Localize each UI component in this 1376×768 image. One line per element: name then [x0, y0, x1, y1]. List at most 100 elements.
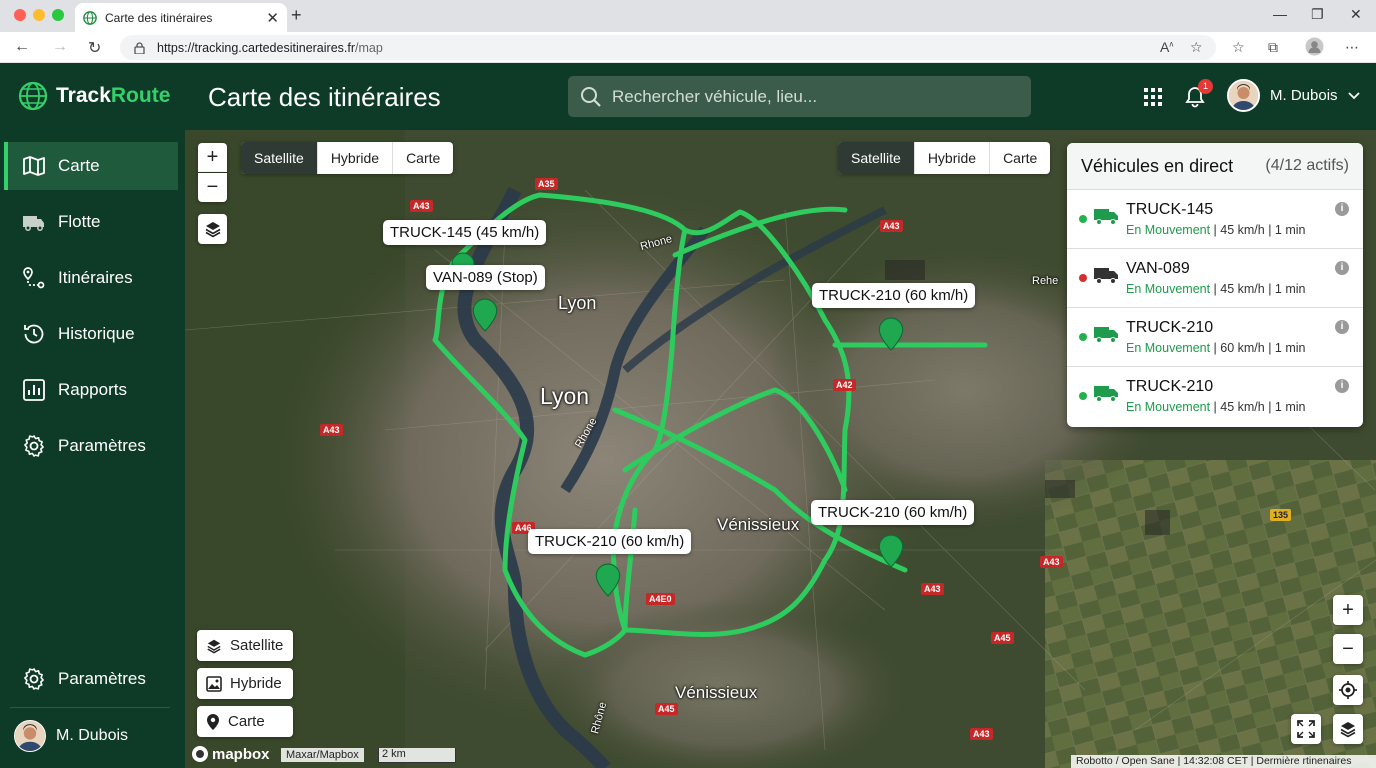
layer-option-carte[interactable]: Carte [989, 142, 1050, 174]
sidebar-item-flotte[interactable]: Flotte [4, 198, 178, 246]
road-sign: A45 [655, 703, 678, 715]
layers-icon [207, 639, 221, 653]
map-pin-icon[interactable] [878, 317, 904, 351]
vehicle-status: En Mouvement | 60 km/h | 1 min [1126, 341, 1306, 355]
vehicle-map-label[interactable]: TRUCK-145 (45 km/h) [383, 220, 547, 245]
layer-option-hybride[interactable]: Hybride [316, 142, 392, 174]
minimize-window-button[interactable] [33, 9, 45, 21]
search-input[interactable] [612, 86, 1012, 107]
user-name: M. Dubois [1270, 87, 1338, 104]
map-pin-icon[interactable] [595, 563, 621, 597]
favorite-star-icon[interactable]: ☆ [1190, 39, 1203, 56]
info-icon[interactable]: i [1335, 379, 1349, 393]
layer-option-hybride[interactable]: Hybride [913, 142, 989, 174]
close-window-button[interactable] [14, 9, 26, 21]
sidebar-item-historique[interactable]: Historique [4, 310, 178, 358]
vehicle-map-label[interactable]: TRUCK-210 (60 km/h) [528, 529, 692, 554]
map-attribution[interactable]: Maxar/Mapbox [281, 748, 364, 762]
history-icon [24, 324, 44, 344]
zoom-out-button[interactable]: − [198, 173, 227, 202]
sidebar-bottom-settings[interactable]: Paramètres [4, 655, 178, 703]
maximize-window-button[interactable] [52, 9, 64, 21]
tab-close-icon[interactable]: ✕ [266, 9, 279, 27]
globe-logo-icon [18, 81, 48, 111]
layer-option-satellite[interactable]: Satellite [241, 142, 317, 174]
zoom-in-button[interactable]: + [1333, 595, 1363, 625]
mapbox-icon [192, 746, 208, 762]
chevron-down-icon [1347, 91, 1360, 99]
sidebar-item-parametres[interactable]: Paramètres [4, 422, 178, 470]
apps-grid-icon[interactable] [1144, 88, 1162, 106]
sidebar-user[interactable]: M. Dubois [14, 720, 128, 752]
map-icon [23, 156, 45, 176]
layer-option-satellite[interactable]: Satellite [838, 142, 914, 174]
back-arrow-icon[interactable]: ← [14, 38, 30, 56]
vehicle-row[interactable]: TRUCK-145 En Mouvement | 45 km/h | 1 min… [1067, 190, 1363, 249]
sidebar-item-rapports[interactable]: Rapports [4, 366, 178, 414]
vehicle-row[interactable]: VAN-089 En Mouvement | 45 km/h | 1 min i [1067, 249, 1363, 308]
zoom-out-button[interactable]: − [1333, 634, 1363, 664]
vehicle-row[interactable]: TRUCK-210 En Mouvement | 60 km/h | 1 min… [1067, 308, 1363, 367]
logo-text-track: Track [56, 84, 111, 107]
mapbox-text: mapbox [212, 745, 270, 763]
vehicle-map-label[interactable]: TRUCK-210 (60 km/h) [812, 283, 976, 308]
locate-button[interactable] [1333, 675, 1363, 705]
road-sign: A4E0 [646, 593, 675, 605]
vehicle-map-label[interactable]: VAN-089 (Stop) [426, 265, 545, 290]
minimize-icon[interactable]: — [1273, 6, 1287, 22]
city-label: Vénissieux [717, 515, 800, 534]
reload-icon[interactable]: ↻ [88, 38, 101, 58]
restore-icon[interactable]: ❐ [1311, 6, 1324, 23]
layer-option-carte[interactable]: Carte [392, 142, 453, 174]
vehicle-status: En Mouvement | 45 km/h | 1 min [1126, 223, 1306, 237]
sidebar-bottom-settings-label: Paramètres [58, 669, 146, 688]
info-icon[interactable]: i [1335, 261, 1349, 275]
sidebar-item-itineraires[interactable]: Itinéraires [4, 254, 178, 302]
profile-icon[interactable] [1305, 37, 1324, 59]
browser-tab[interactable]: Carte des itinéraires ✕ [75, 3, 287, 32]
edge-label: Rehe [1032, 275, 1059, 287]
page-title: Carte des itinéraires [208, 82, 441, 112]
sidebar-item-label: Flotte [58, 212, 101, 231]
city-label: Lyon [558, 293, 597, 313]
satellite-layer-button[interactable]: Satellite [197, 630, 293, 661]
fullscreen-button[interactable] [1291, 714, 1321, 744]
layers-button[interactable] [1333, 714, 1363, 744]
new-tab-icon[interactable]: + [291, 5, 302, 26]
tab-title: Carte des itinéraires [105, 10, 213, 25]
url-field[interactable]: https://tracking. cartedesitineraires.fr /… [120, 35, 1216, 60]
map-pin-icon[interactable] [878, 534, 904, 568]
fullscreen-icon [1297, 720, 1315, 738]
truck-icon [1094, 327, 1118, 343]
favorites-icon[interactable]: ☆ [1232, 39, 1245, 56]
truck-icon [23, 216, 44, 231]
app-logo[interactable]: Track Route [18, 81, 170, 111]
search-box[interactable] [568, 76, 1031, 117]
collections-icon[interactable]: ⧉ [1268, 39, 1278, 56]
vehicle-status: En Mouvement | 45 km/h | 1 min [1126, 400, 1306, 414]
hybrid-layer-button[interactable]: Hybride [197, 668, 293, 699]
close-icon[interactable]: ✕ [1350, 6, 1362, 23]
image-icon [206, 675, 222, 692]
map-layer-button[interactable]: Carte [197, 706, 293, 737]
vehicle-row[interactable]: TRUCK-210 En Mouvement | 45 km/h | 1 min… [1067, 367, 1363, 426]
info-icon[interactable]: i [1335, 320, 1349, 334]
forward-arrow-icon[interactable]: → [52, 38, 68, 56]
zoom-in-button[interactable]: + [198, 143, 227, 172]
route-icon [23, 267, 45, 289]
status-dot [1079, 215, 1087, 223]
read-aloud-icon[interactable]: Aʌ [1160, 39, 1173, 55]
sidebar-item-carte[interactable]: Carte [4, 142, 178, 190]
map-pin-icon[interactable] [472, 298, 498, 332]
map-layer-label: Carte [228, 713, 265, 730]
mapbox-logo: mapbox [191, 745, 270, 763]
truck-icon [1094, 386, 1118, 402]
layers-button[interactable] [198, 214, 227, 244]
sidebar-item-label: Historique [58, 324, 135, 343]
address-bar: ← → ↻ https://tracking. cartedesitinerair… [0, 32, 1376, 63]
more-menu-icon[interactable]: ⋯ [1345, 39, 1359, 56]
user-menu[interactable]: M. Dubois [1227, 79, 1360, 112]
vehicle-map-label[interactable]: TRUCK-210 (60 km/h) [811, 500, 975, 525]
info-icon[interactable]: i [1335, 202, 1349, 216]
panel-count: (4/12 actifs) [1265, 157, 1349, 174]
